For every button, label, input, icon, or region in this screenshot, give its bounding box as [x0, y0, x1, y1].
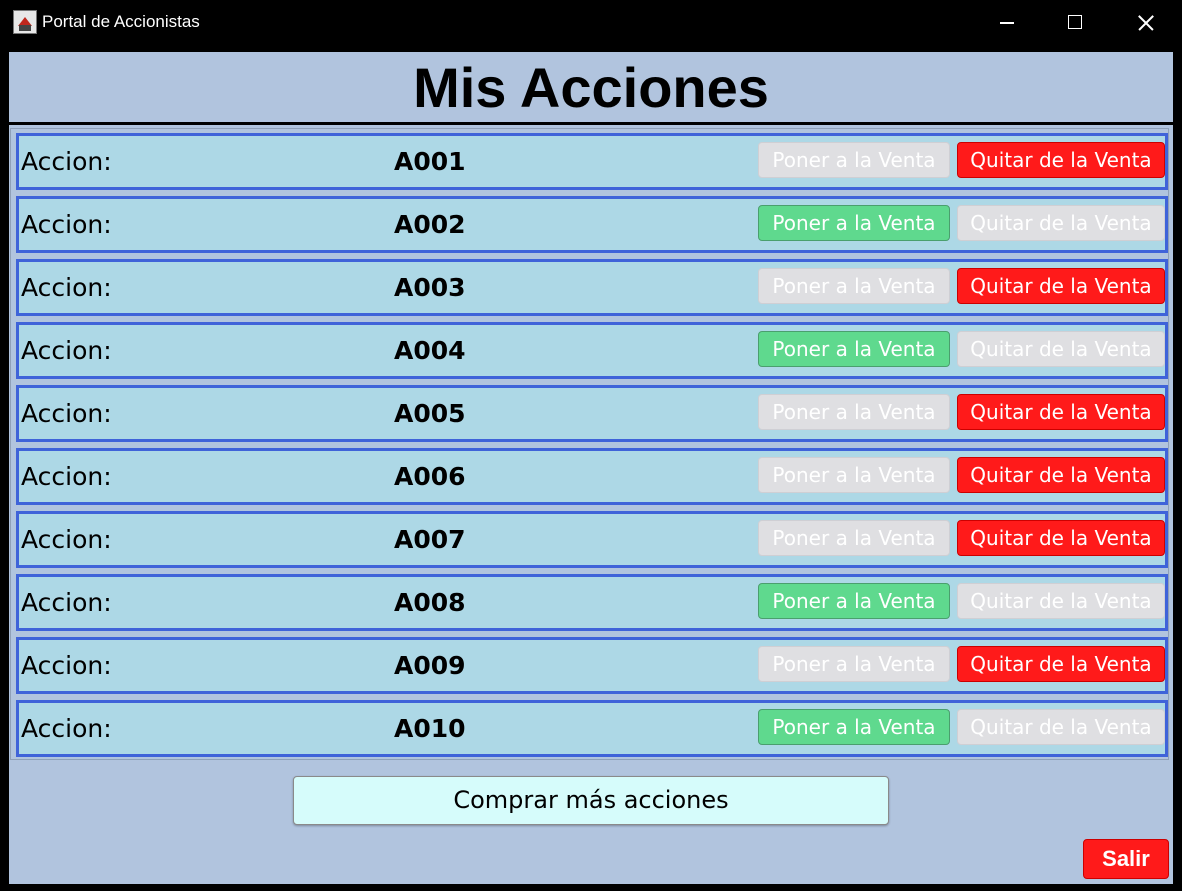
stock-label: Accion:: [21, 336, 112, 365]
app-window: Portal de Accionistas Mis Acciones Accio…: [0, 0, 1182, 891]
title-bar: Portal de Accionistas: [0, 0, 1182, 45]
remove-from-sale-button[interactable]: Quitar de la Venta: [957, 394, 1165, 430]
put-on-sale-button[interactable]: Poner a la Venta: [758, 520, 950, 556]
stock-label: Accion:: [21, 525, 112, 554]
remove-from-sale-button[interactable]: Quitar de la Venta: [957, 331, 1165, 367]
remove-from-sale-button[interactable]: Quitar de la Venta: [957, 709, 1165, 745]
stock-code: A005: [394, 399, 466, 428]
stock-code: A002: [394, 210, 466, 239]
remove-from-sale-button[interactable]: Quitar de la Venta: [957, 268, 1165, 304]
app-icon: [13, 10, 37, 34]
put-on-sale-button[interactable]: Poner a la Venta: [758, 646, 950, 682]
remove-from-sale-button[interactable]: Quitar de la Venta: [957, 142, 1165, 178]
remove-from-sale-button[interactable]: Quitar de la Venta: [957, 646, 1165, 682]
stock-row: Accion: A010 Poner a la Venta Quitar de la …: [16, 700, 1168, 757]
content-panel: Mis Acciones Accion: A001 Poner a la Venta…: [9, 52, 1173, 884]
stock-label: Accion:: [21, 651, 112, 680]
stock-label: Accion:: [21, 147, 112, 176]
stock-code: A008: [394, 588, 466, 617]
remove-from-sale-button[interactable]: Quitar de la Venta: [957, 457, 1165, 493]
stock-label: Accion:: [21, 273, 112, 302]
stock-label: Accion:: [21, 462, 112, 491]
stock-label: Accion:: [21, 210, 112, 239]
stock-row: Accion: A006 Poner a la Venta Quitar de la …: [16, 448, 1168, 505]
buy-more-button[interactable]: Comprar más acciones: [293, 776, 889, 825]
put-on-sale-button[interactable]: Poner a la Venta: [758, 583, 950, 619]
window-title: Portal de Accionistas: [42, 12, 200, 31]
exit-button[interactable]: Salir: [1083, 839, 1169, 879]
remove-from-sale-button[interactable]: Quitar de la Venta: [957, 205, 1165, 241]
header-divider: [9, 122, 1173, 125]
stock-label: Accion:: [21, 588, 112, 617]
remove-from-sale-button[interactable]: Quitar de la Venta: [957, 520, 1165, 556]
stock-label: Accion:: [21, 399, 112, 428]
put-on-sale-button[interactable]: Poner a la Venta: [758, 709, 950, 745]
stocks-list: Accion: A001 Poner a la Venta Quitar de la …: [10, 128, 1169, 760]
stock-row: Accion: A008 Poner a la Venta Quitar de la …: [16, 574, 1168, 631]
stock-row: Accion: A002 Poner a la Venta Quitar de la …: [16, 196, 1168, 253]
stock-label: Accion:: [21, 714, 112, 743]
stock-row: Accion: A001 Poner a la Venta Quitar de la …: [16, 133, 1168, 190]
put-on-sale-button[interactable]: Poner a la Venta: [758, 457, 950, 493]
stock-row: Accion: A007 Poner a la Venta Quitar de la …: [16, 511, 1168, 568]
maximize-icon[interactable]: [1052, 0, 1098, 45]
stock-code: A010: [394, 714, 466, 743]
close-icon[interactable]: [1122, 0, 1168, 45]
stock-row: Accion: A005 Poner a la Venta Quitar de la …: [16, 385, 1168, 442]
put-on-sale-button[interactable]: Poner a la Venta: [758, 142, 950, 178]
stock-code: A009: [394, 651, 466, 680]
stock-code: A006: [394, 462, 466, 491]
page-title: Mis Acciones: [413, 56, 769, 119]
stock-code: A007: [394, 525, 466, 554]
remove-from-sale-button[interactable]: Quitar de la Venta: [957, 583, 1165, 619]
minimize-icon[interactable]: [983, 0, 1029, 45]
stock-code: A003: [394, 273, 466, 302]
put-on-sale-button[interactable]: Poner a la Venta: [758, 331, 950, 367]
stock-code: A004: [394, 336, 466, 365]
stock-row: Accion: A009 Poner a la Venta Quitar de la …: [16, 637, 1168, 694]
put-on-sale-button[interactable]: Poner a la Venta: [758, 394, 950, 430]
stock-code: A001: [394, 147, 466, 176]
stock-row: Accion: A004 Poner a la Venta Quitar de la …: [16, 322, 1168, 379]
stock-row: Accion: A003 Poner a la Venta Quitar de la …: [16, 259, 1168, 316]
put-on-sale-button[interactable]: Poner a la Venta: [758, 268, 950, 304]
put-on-sale-button[interactable]: Poner a la Venta: [758, 205, 950, 241]
